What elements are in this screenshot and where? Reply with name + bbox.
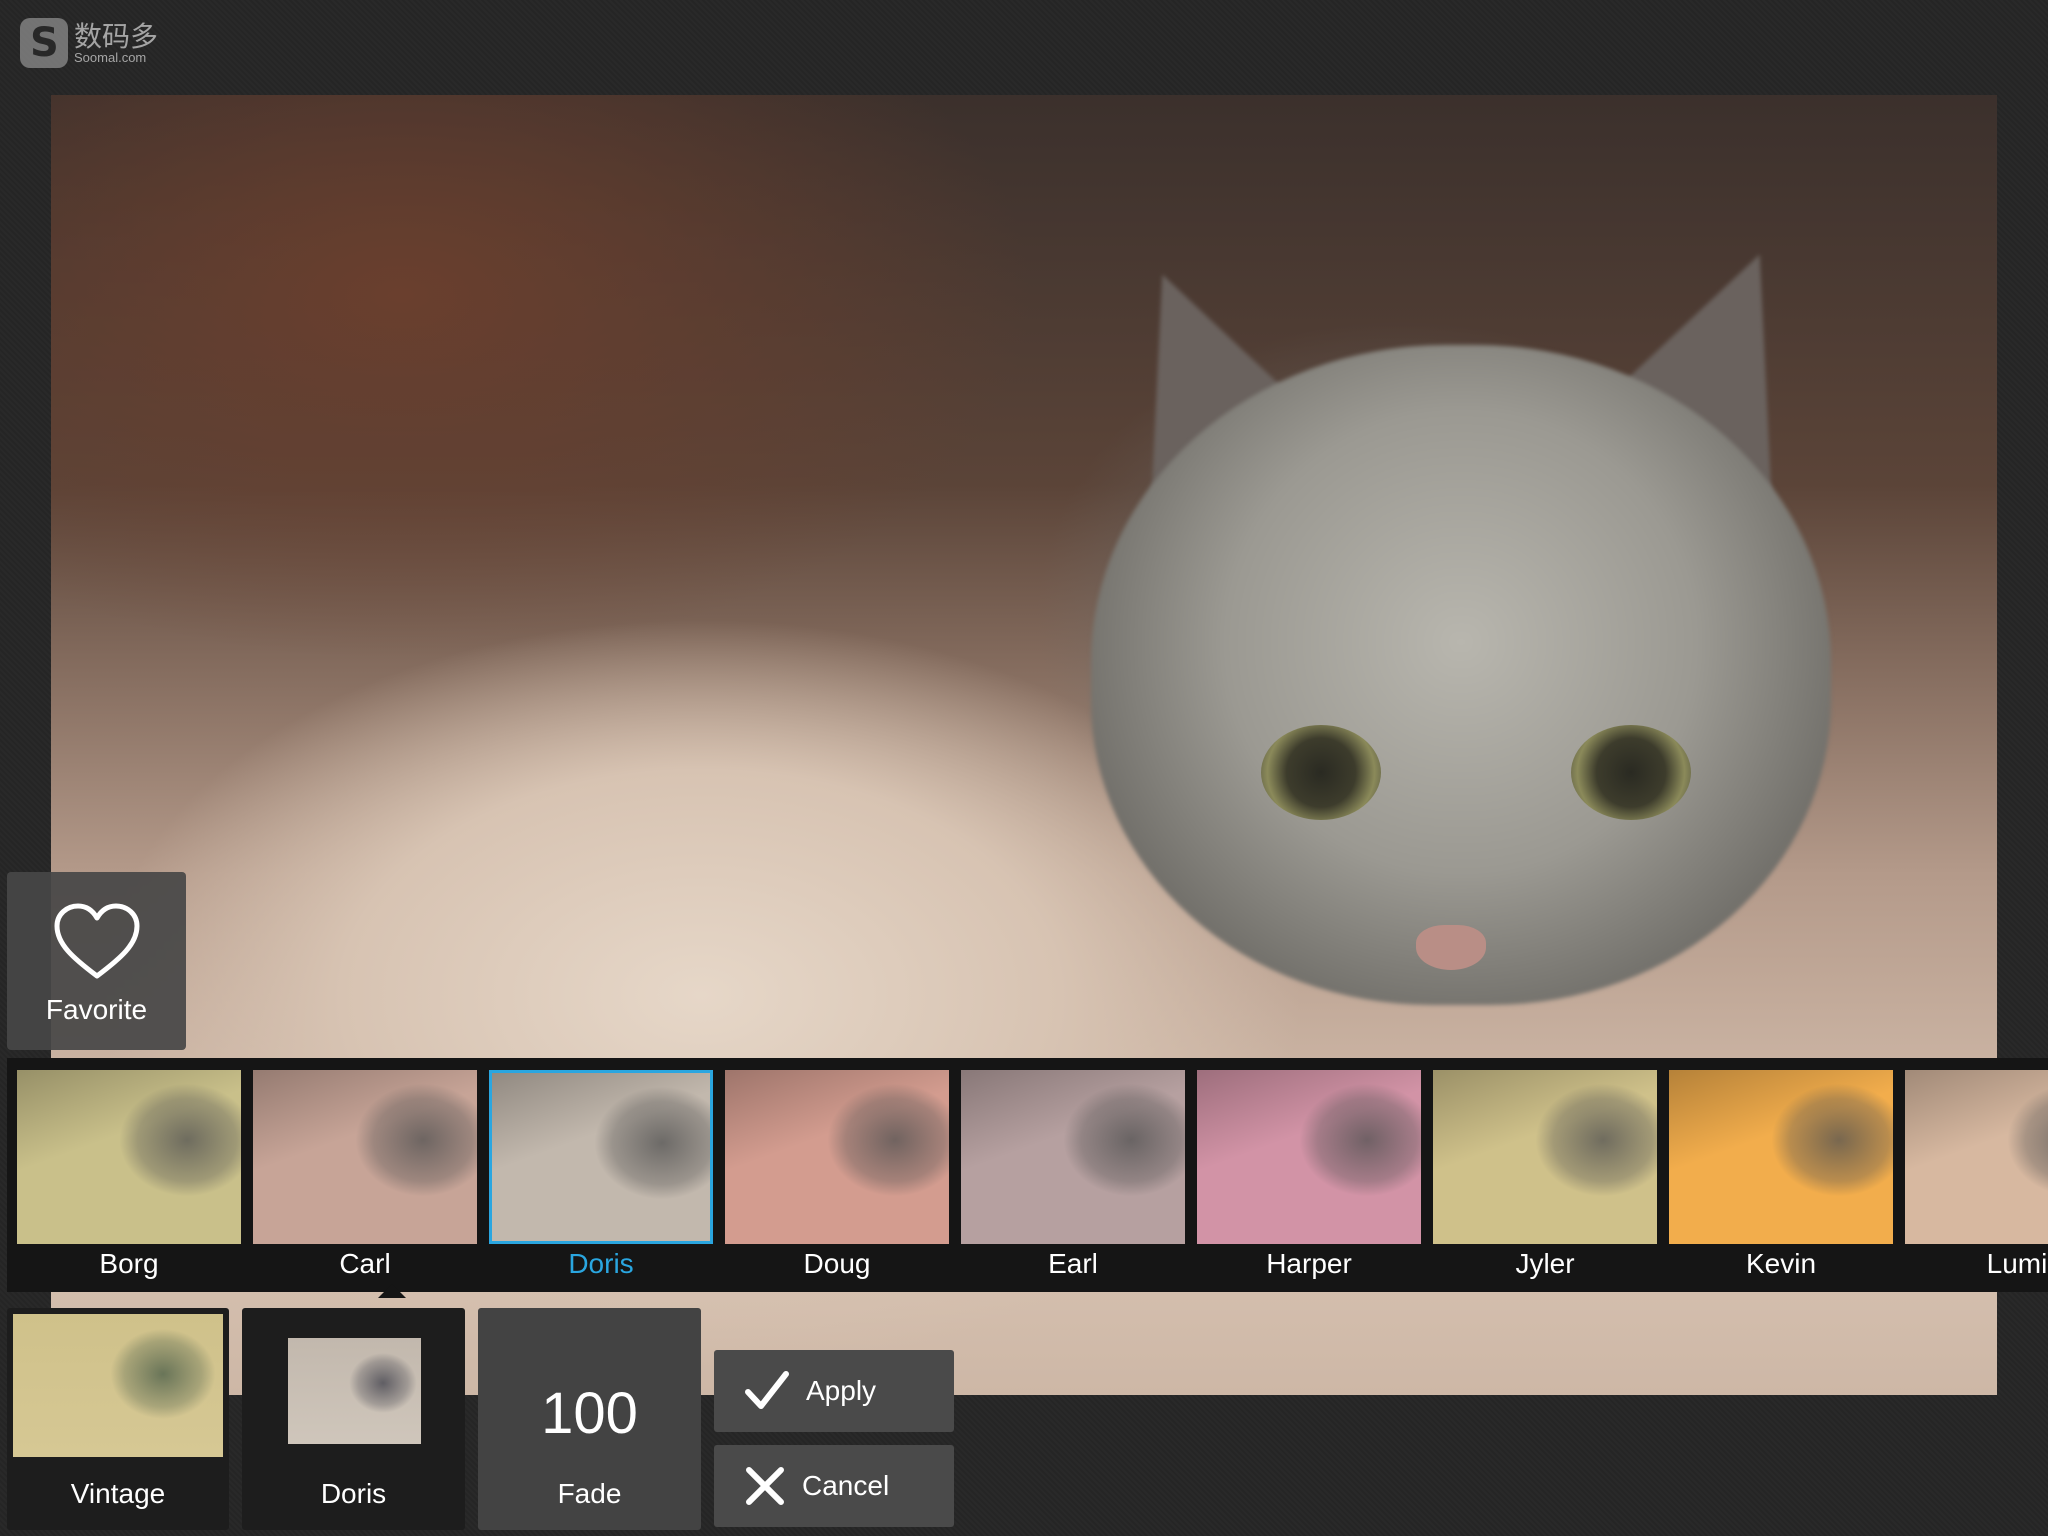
heart-icon: [54, 903, 139, 979]
filter-label: Kevin: [1745, 1248, 1817, 1279]
filter-carl[interactable]: Carl: [253, 1064, 477, 1284]
filter-doris[interactable]: Doris: [489, 1064, 713, 1284]
favorite-label: Favorite: [45, 994, 148, 1025]
filter-thumbnail: [961, 1070, 1185, 1244]
favorite-button[interactable]: Favorite: [7, 872, 186, 1050]
checkmark-icon: [745, 1371, 789, 1409]
fade-label: Fade: [557, 1478, 622, 1509]
filter-label: Earl: [1048, 1248, 1098, 1279]
cat-eye-right: [1571, 725, 1691, 820]
filter-borg[interactable]: Borg: [17, 1064, 241, 1284]
filter-thumbnail: [1669, 1070, 1893, 1244]
watermark-text: 数码多 Soomal.com: [74, 19, 159, 65]
filter-label: Jyler: [1515, 1248, 1575, 1279]
filter-label: Doug: [803, 1248, 871, 1279]
filter-label: Carl: [339, 1248, 391, 1279]
watermark: 数码多 Soomal.com: [20, 18, 158, 68]
category-vintage-panel[interactable]: Vintage: [7, 1308, 229, 1530]
filter-thumbnail: [725, 1070, 949, 1244]
current-filter-label: Doris: [320, 1478, 387, 1509]
apply-label: Apply: [806, 1375, 877, 1406]
cat-eye-left: [1261, 725, 1381, 820]
filter-label: Lumi: [1986, 1248, 2048, 1279]
watermark-brand-cn: 数码多: [74, 19, 159, 53]
selection-caret: [378, 1284, 406, 1298]
apply-button[interactable]: Apply: [714, 1350, 954, 1432]
cat-head: [1091, 345, 1831, 1005]
filter-thumbnail: [489, 1070, 713, 1244]
cancel-button[interactable]: Cancel: [714, 1445, 954, 1527]
category-label: Vintage: [70, 1478, 166, 1509]
close-icon: [746, 1467, 784, 1505]
cancel-label: Cancel: [802, 1470, 890, 1501]
cat-nose: [1416, 925, 1486, 970]
filter-thumbnail: [1197, 1070, 1421, 1244]
filter-thumbnail: [1433, 1070, 1657, 1244]
current-filter-thumbnail: [288, 1338, 421, 1444]
filter-label: Harper: [1266, 1248, 1352, 1279]
fade-control[interactable]: 100 Fade: [478, 1308, 701, 1530]
watermark-brand-en: Soomal.com: [74, 49, 147, 65]
filter-thumbnail: [253, 1070, 477, 1244]
current-filter-panel[interactable]: Doris: [242, 1308, 465, 1530]
filter-strip[interactable]: Borg Carl Doris Doug Earl Harper Jyler Kevin Lum…: [7, 1058, 2048, 1292]
category-thumbnail: [13, 1314, 223, 1457]
watermark-logo-icon: [20, 18, 68, 68]
filter-label: Borg: [99, 1248, 159, 1279]
filter-label: Doris: [568, 1248, 634, 1279]
filter-kevin[interactable]: Kevin: [1669, 1064, 1893, 1284]
filter-harper[interactable]: Harper: [1197, 1064, 1421, 1284]
filter-thumbnail: [17, 1070, 241, 1244]
filter-jyler[interactable]: Jyler: [1433, 1064, 1657, 1284]
fade-value: 100: [541, 1381, 638, 1446]
filter-earl[interactable]: Earl: [961, 1064, 1185, 1284]
filter-thumbnail: [1905, 1070, 2048, 1244]
filter-doug[interactable]: Doug: [725, 1064, 949, 1284]
filter-lumi[interactable]: Lumi: [1905, 1064, 2048, 1284]
